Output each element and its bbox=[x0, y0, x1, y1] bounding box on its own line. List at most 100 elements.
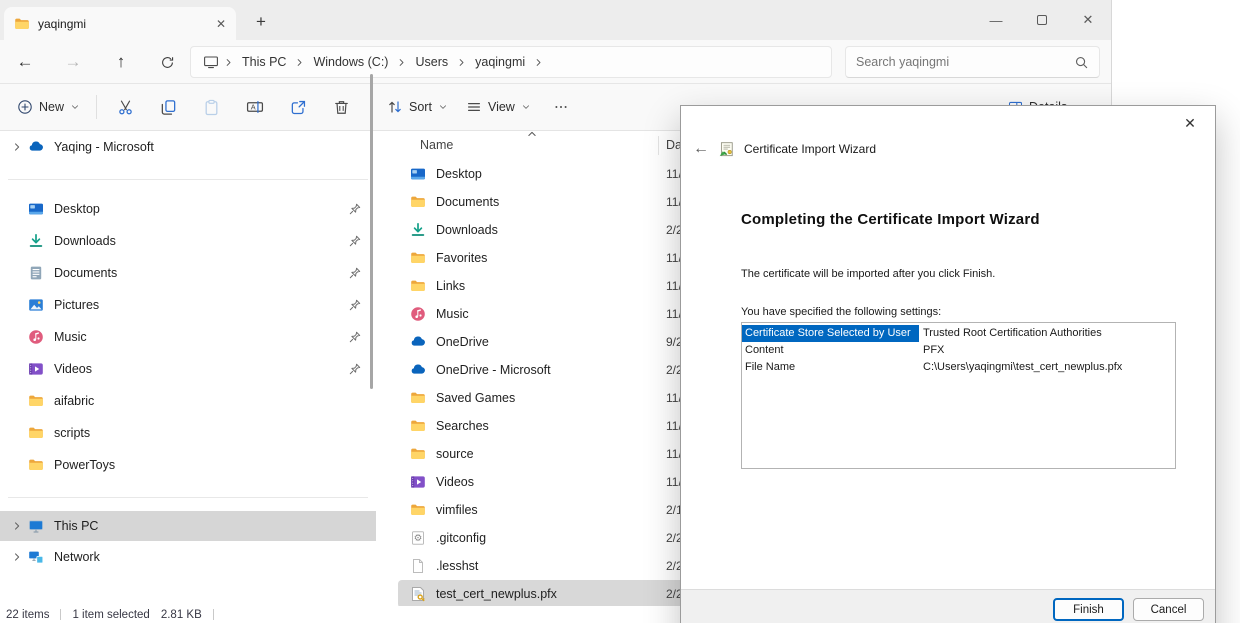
search-icon bbox=[1074, 55, 1089, 70]
breadcrumb-item-windows-c[interactable]: Windows (C:) bbox=[307, 55, 394, 69]
music-icon bbox=[410, 306, 426, 322]
dialog-back-button[interactable]: ← bbox=[693, 140, 709, 158]
refresh-button[interactable] bbox=[150, 45, 184, 79]
sidebar-item-powertoys[interactable]: PowerToys bbox=[0, 449, 376, 481]
more-button[interactable] bbox=[540, 90, 582, 124]
sidebar-item-label: aifabric bbox=[54, 394, 376, 408]
chevron-right-icon bbox=[6, 551, 28, 563]
svg-text:⚙: ⚙ bbox=[414, 533, 423, 544]
file-name: OneDrive bbox=[436, 335, 489, 349]
onedrive-icon bbox=[410, 362, 426, 378]
finish-button[interactable]: Finish bbox=[1053, 598, 1124, 621]
certificate-wizard-icon bbox=[718, 141, 735, 158]
onedrive-icon bbox=[410, 334, 426, 350]
close-button[interactable]: ✕ bbox=[1065, 0, 1111, 40]
file-name: test_cert_newplus.pfx bbox=[436, 587, 557, 601]
sidebar-item-label: scripts bbox=[54, 426, 376, 440]
settings-table[interactable]: Certificate Store Selected by UserTruste… bbox=[741, 322, 1176, 469]
sidebar-item-label: Pictures bbox=[54, 298, 348, 312]
maximize-button[interactable] bbox=[1019, 0, 1065, 40]
sort-icon bbox=[387, 99, 403, 115]
monitor-icon bbox=[203, 54, 219, 70]
file-name: Desktop bbox=[436, 167, 482, 181]
cancel-button[interactable]: Cancel bbox=[1133, 598, 1204, 621]
folder-icon bbox=[28, 393, 44, 409]
gear-file-icon: ⚙ bbox=[410, 530, 426, 546]
sidebar-item-label: Documents bbox=[54, 266, 348, 280]
share-button[interactable] bbox=[277, 90, 320, 124]
tab-yaqingmi[interactable]: yaqingmi ✕ bbox=[4, 7, 236, 40]
rename-button[interactable]: A bbox=[233, 90, 277, 124]
status-divider bbox=[213, 609, 214, 620]
sidebar-item-this-pc[interactable]: This PC bbox=[0, 511, 376, 541]
folder-icon bbox=[410, 194, 426, 210]
breadcrumb-item-yaqingmi[interactable]: yaqingmi bbox=[469, 55, 531, 69]
videos-icon bbox=[28, 361, 44, 377]
sidebar-divider bbox=[8, 497, 368, 498]
svg-text:A: A bbox=[251, 103, 256, 112]
sidebar-item-label: Music bbox=[54, 330, 348, 344]
chevron-spacer bbox=[6, 395, 28, 407]
sidebar-item-label: PowerToys bbox=[54, 458, 376, 472]
sidebar-item-scripts[interactable]: scripts bbox=[0, 417, 376, 449]
sidebar-item-downloads[interactable]: Downloads bbox=[0, 225, 376, 257]
sidebar-item-videos[interactable]: Videos bbox=[0, 353, 376, 385]
desktop-icon bbox=[28, 201, 44, 217]
sidebar-scrollbar[interactable] bbox=[370, 74, 373, 389]
sidebar-item-pictures[interactable]: Pictures bbox=[0, 289, 376, 321]
tab-bar: yaqingmi ✕ + — ✕ bbox=[0, 0, 1111, 40]
documents-icon bbox=[28, 265, 44, 281]
settings-value: Trusted Root Certification Authorities bbox=[919, 325, 1102, 342]
cut-button[interactable] bbox=[104, 90, 147, 124]
chevron-right-icon bbox=[294, 57, 305, 68]
sidebar-item-network[interactable]: Network bbox=[0, 541, 376, 573]
dialog-footer: Finish Cancel bbox=[681, 589, 1215, 623]
sidebar-item-desktop[interactable]: Desktop bbox=[0, 193, 376, 225]
file-name: OneDrive - Microsoft bbox=[436, 363, 551, 377]
certificate-import-wizard-dialog: ✕ ← Certificate Import Wizard Completing… bbox=[680, 105, 1216, 623]
sidebar-item-label: Downloads bbox=[54, 234, 348, 248]
sidebar-item-label: Network bbox=[54, 550, 376, 564]
file-name: source bbox=[436, 447, 474, 461]
breadcrumb: This PC Windows (C:) Users yaqingmi bbox=[190, 46, 832, 78]
chevron-spacer bbox=[6, 459, 28, 471]
view-button[interactable]: View bbox=[457, 90, 540, 124]
downloads-icon bbox=[28, 233, 44, 249]
delete-button[interactable] bbox=[320, 90, 363, 124]
new-button[interactable]: New bbox=[8, 90, 89, 124]
settings-row: ContentPFX bbox=[742, 342, 1175, 359]
sidebar-item-label: Videos bbox=[54, 362, 348, 376]
folder-icon bbox=[410, 502, 426, 518]
sidebar-item-documents[interactable]: Documents bbox=[0, 257, 376, 289]
file-name: Saved Games bbox=[436, 391, 515, 405]
column-divider[interactable] bbox=[658, 136, 659, 155]
forward-button[interactable]: → bbox=[56, 45, 90, 79]
dialog-header: ← Certificate Import Wizard bbox=[693, 140, 876, 158]
sidebar-item-label: Desktop bbox=[54, 202, 348, 216]
pin-icon bbox=[348, 362, 362, 376]
dialog-close-button[interactable]: ✕ bbox=[1175, 111, 1205, 136]
copy-button[interactable] bbox=[147, 90, 190, 124]
minimize-button[interactable]: — bbox=[973, 0, 1019, 40]
back-button[interactable]: ← bbox=[8, 45, 42, 79]
folder-icon bbox=[410, 250, 426, 266]
copy-icon bbox=[160, 99, 177, 116]
file-name: Music bbox=[436, 307, 469, 321]
paste-button[interactable] bbox=[190, 90, 233, 124]
sort-button[interactable]: Sort bbox=[378, 90, 457, 124]
breadcrumb-item-users[interactable]: Users bbox=[409, 55, 454, 69]
breadcrumb-item-this-pc[interactable]: This PC bbox=[236, 55, 292, 69]
up-button[interactable]: ↑ bbox=[104, 45, 138, 79]
sidebar-item-aifabric[interactable]: aifabric bbox=[0, 385, 376, 417]
search-input[interactable]: Search yaqingmi bbox=[845, 46, 1100, 78]
name-column-header[interactable]: Name bbox=[420, 138, 453, 152]
new-tab-button[interactable]: + bbox=[248, 9, 274, 35]
sidebar-item-music[interactable]: Music bbox=[0, 321, 376, 353]
tab-close-icon[interactable]: ✕ bbox=[216, 17, 226, 31]
sidebar-item-yaqing-microsoft[interactable]: Yaqing - Microsoft bbox=[0, 131, 376, 163]
sort-button-label: Sort bbox=[409, 100, 432, 114]
videos-icon bbox=[410, 474, 426, 490]
sidebar-item-label: This PC bbox=[54, 519, 376, 533]
cut-icon bbox=[117, 99, 134, 116]
chevron-spacer bbox=[6, 299, 28, 311]
